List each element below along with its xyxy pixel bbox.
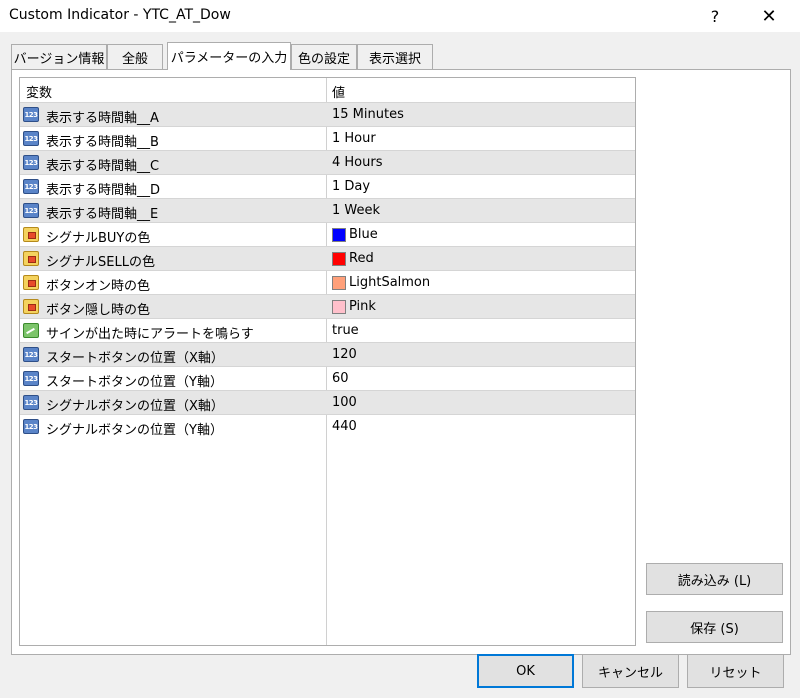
cancel-button[interactable]: キャンセル [582,654,679,688]
tab-parameters[interactable]: パラメーターの入力 [167,42,291,70]
number-icon: 123 [23,107,39,122]
color-icon [23,251,39,266]
parameter-value[interactable]: 15 Minutes [332,107,404,122]
parameter-name: シグナルボタンの位置（Y軸） [46,423,223,438]
number-icon: 123 [23,371,39,386]
number-icon: 123 [23,155,39,170]
table-row[interactable]: 123 スタートボタンの位置（X軸） 120 [20,342,635,366]
table-row[interactable]: ボタン隠し時の色 Pink [20,294,635,318]
table-row[interactable]: 123 表示する時間軸__B 1 Hour [20,126,635,150]
number-icon: 123 [23,395,39,410]
table-row[interactable]: 123 表示する時間軸__A 15 Minutes [20,102,635,126]
parameter-name: シグナルSELLの色 [46,255,155,270]
parameter-value-text: 440 [332,419,357,434]
tab-version-info[interactable]: バージョン情報 [11,44,107,69]
save-button[interactable]: 保存 (S) [646,611,783,643]
parameter-value-text: Red [349,251,374,266]
load-button[interactable]: 読み込み (L) [646,563,783,595]
color-swatch [332,299,346,314]
tab-general[interactable]: 全般 [107,44,163,69]
parameter-value-text: 15 Minutes [332,107,404,122]
parameter-value-text: 4 Hours [332,155,383,170]
color-icon [23,275,39,290]
bool-icon [23,323,39,338]
parameter-value[interactable]: 1 Day [332,179,370,194]
table-row[interactable]: 123 表示する時間軸__C 4 Hours [20,150,635,174]
parameter-value-text: LightSalmon [349,275,431,290]
parameter-name: スタートボタンの位置（Y軸） [46,375,223,390]
parameter-name: 表示する時間軸__B [46,135,159,150]
parameter-value-text: Blue [349,227,378,242]
number-icon: 123 [23,347,39,362]
table-row[interactable]: 123 シグナルボタンの位置（Y軸） 440 [20,414,635,438]
column-header-value[interactable]: 値 [332,82,345,101]
help-button[interactable]: ? [692,0,738,32]
table-row[interactable]: 123 表示する時間軸__D 1 Day [20,174,635,198]
table-row[interactable]: 123 スタートボタンの位置（Y軸） 60 [20,366,635,390]
parameter-name: 表示する時間軸__D [46,183,161,198]
parameter-value[interactable]: LightSalmon [332,275,430,290]
parameter-value[interactable]: 440 [332,419,357,434]
parameter-value[interactable]: Red [332,251,374,266]
parameter-value[interactable]: 120 [332,347,357,362]
parameter-name: サインが出た時にアラートを鳴らす [46,327,254,342]
tab-colors[interactable]: 色の設定 [291,44,357,69]
number-icon: 123 [23,419,39,434]
number-icon: 123 [23,179,39,194]
parameter-value[interactable]: 100 [332,395,357,410]
reset-button[interactable]: リセット [687,654,784,688]
parameter-name: 表示する時間軸__A [46,111,159,126]
parameter-value[interactable]: Pink [332,299,376,314]
column-header-variable[interactable]: 変数 [26,82,52,101]
parameter-name: 表示する時間軸__E [46,207,159,222]
table-row[interactable]: ボタンオン時の色 LightSalmon [20,270,635,294]
close-button[interactable]: ✕ [746,0,792,32]
window-title: Custom Indicator - YTC_AT_Dow [9,7,231,23]
title-bar: Custom Indicator - YTC_AT_Dow ? ✕ [0,0,800,32]
color-swatch [332,275,346,290]
table-row[interactable]: サインが出た時にアラートを鳴らす true [20,318,635,342]
ok-button[interactable]: OK [477,654,574,688]
color-swatch [332,227,346,242]
number-icon: 123 [23,131,39,146]
color-icon [23,299,39,314]
parameter-value-text: 1 Week [332,203,381,218]
parameter-value-text: 1 Hour [332,131,376,146]
number-icon: 123 [23,203,39,218]
parameter-value[interactable]: 1 Hour [332,131,376,146]
color-icon [23,227,39,242]
grid-header: 変数 値 [20,78,635,102]
parameter-value[interactable]: true [332,323,359,338]
parameter-value-text: 100 [332,395,357,410]
parameter-value-text: 120 [332,347,357,362]
parameter-value-text: Pink [349,299,376,314]
parameter-name: ボタンオン時の色 [46,279,151,294]
parameter-name: シグナルボタンの位置（X軸） [46,399,224,414]
parameter-value-text: true [332,323,359,338]
parameter-name: 表示する時間軸__C [46,159,160,174]
parameter-grid[interactable]: 変数 値 123 表示する時間軸__A 15 Minutes 123 表示する時間軸__… [19,77,636,646]
table-row[interactable]: 123 シグナルボタンの位置（X軸） 100 [20,390,635,414]
parameter-value[interactable]: 4 Hours [332,155,383,170]
parameter-name: シグナルBUYの色 [46,231,151,246]
color-swatch [332,251,346,266]
parameter-name: スタートボタンの位置（X軸） [46,351,224,366]
parameter-value[interactable]: Blue [332,227,378,242]
parameter-value-text: 60 [332,371,349,386]
parameter-value-text: 1 Day [332,179,371,194]
parameter-value[interactable]: 60 [332,371,349,386]
parameter-name: ボタン隠し時の色 [46,303,151,318]
table-row[interactable]: シグナルSELLの色 Red [20,246,635,270]
parameter-value[interactable]: 1 Week [332,203,380,218]
table-row[interactable]: 123 表示する時間軸__E 1 Week [20,198,635,222]
tab-visualization[interactable]: 表示選択 [357,44,433,69]
table-row[interactable]: シグナルBUYの色 Blue [20,222,635,246]
